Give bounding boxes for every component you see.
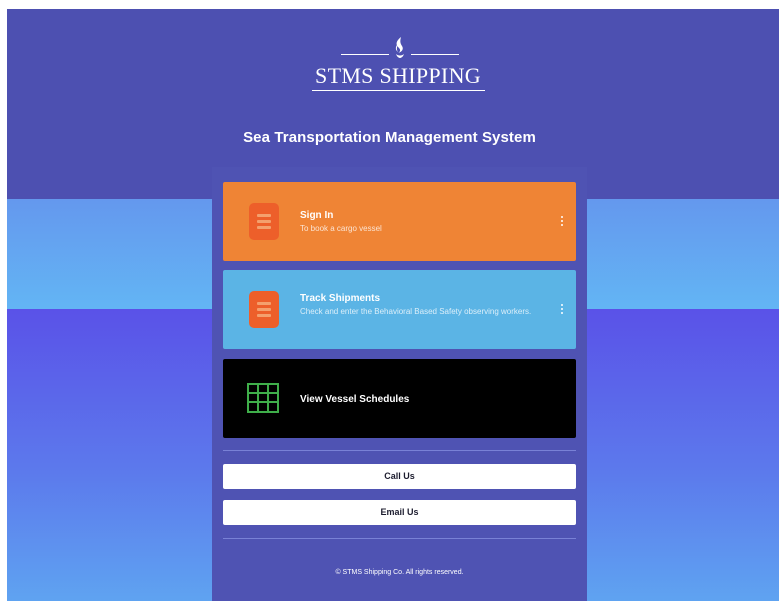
view-vessel-schedules-title: View Vessel Schedules — [300, 394, 410, 405]
footer-copyright: © STMS Shipping Co. All rights reserved. — [335, 569, 464, 576]
sign-in-subtitle: To book a cargo vessel — [300, 224, 382, 233]
list-icon — [249, 291, 279, 328]
view-vessel-schedules-card[interactable]: View Vessel Schedules — [223, 359, 576, 438]
track-shipments-card[interactable]: Track Shipments Check and enter the Beha… — [223, 270, 576, 349]
table-grid-icon — [247, 383, 279, 413]
flame-icon — [395, 37, 404, 58]
sign-in-title: Sign In — [300, 210, 334, 221]
logo-rule-right — [411, 54, 459, 55]
brand-name: STMS SHIPPING — [315, 63, 481, 88]
brand-name-underline — [312, 90, 485, 91]
list-icon — [249, 203, 279, 240]
page: STMS SHIPPING Sea Transportation Managem… — [0, 0, 779, 601]
brand-logo: STMS SHIPPING — [303, 37, 493, 93]
system-title: Sea Transportation Management System — [243, 129, 536, 146]
call-us-button[interactable]: Call Us — [223, 464, 576, 489]
more-options-icon[interactable] — [559, 215, 565, 229]
divider — [223, 450, 576, 451]
more-options-icon[interactable] — [559, 303, 565, 317]
divider — [223, 538, 576, 539]
track-shipments-subtitle: Check and enter the Behavioral Based Saf… — [300, 307, 532, 316]
sign-in-card[interactable]: Sign In To book a cargo vessel — [223, 182, 576, 261]
logo-rule-left — [341, 54, 389, 55]
menu-panel: Sign In To book a cargo vessel Track Shi… — [212, 167, 587, 601]
email-us-button[interactable]: Email Us — [223, 500, 576, 525]
track-shipments-title: Track Shipments — [300, 293, 381, 304]
